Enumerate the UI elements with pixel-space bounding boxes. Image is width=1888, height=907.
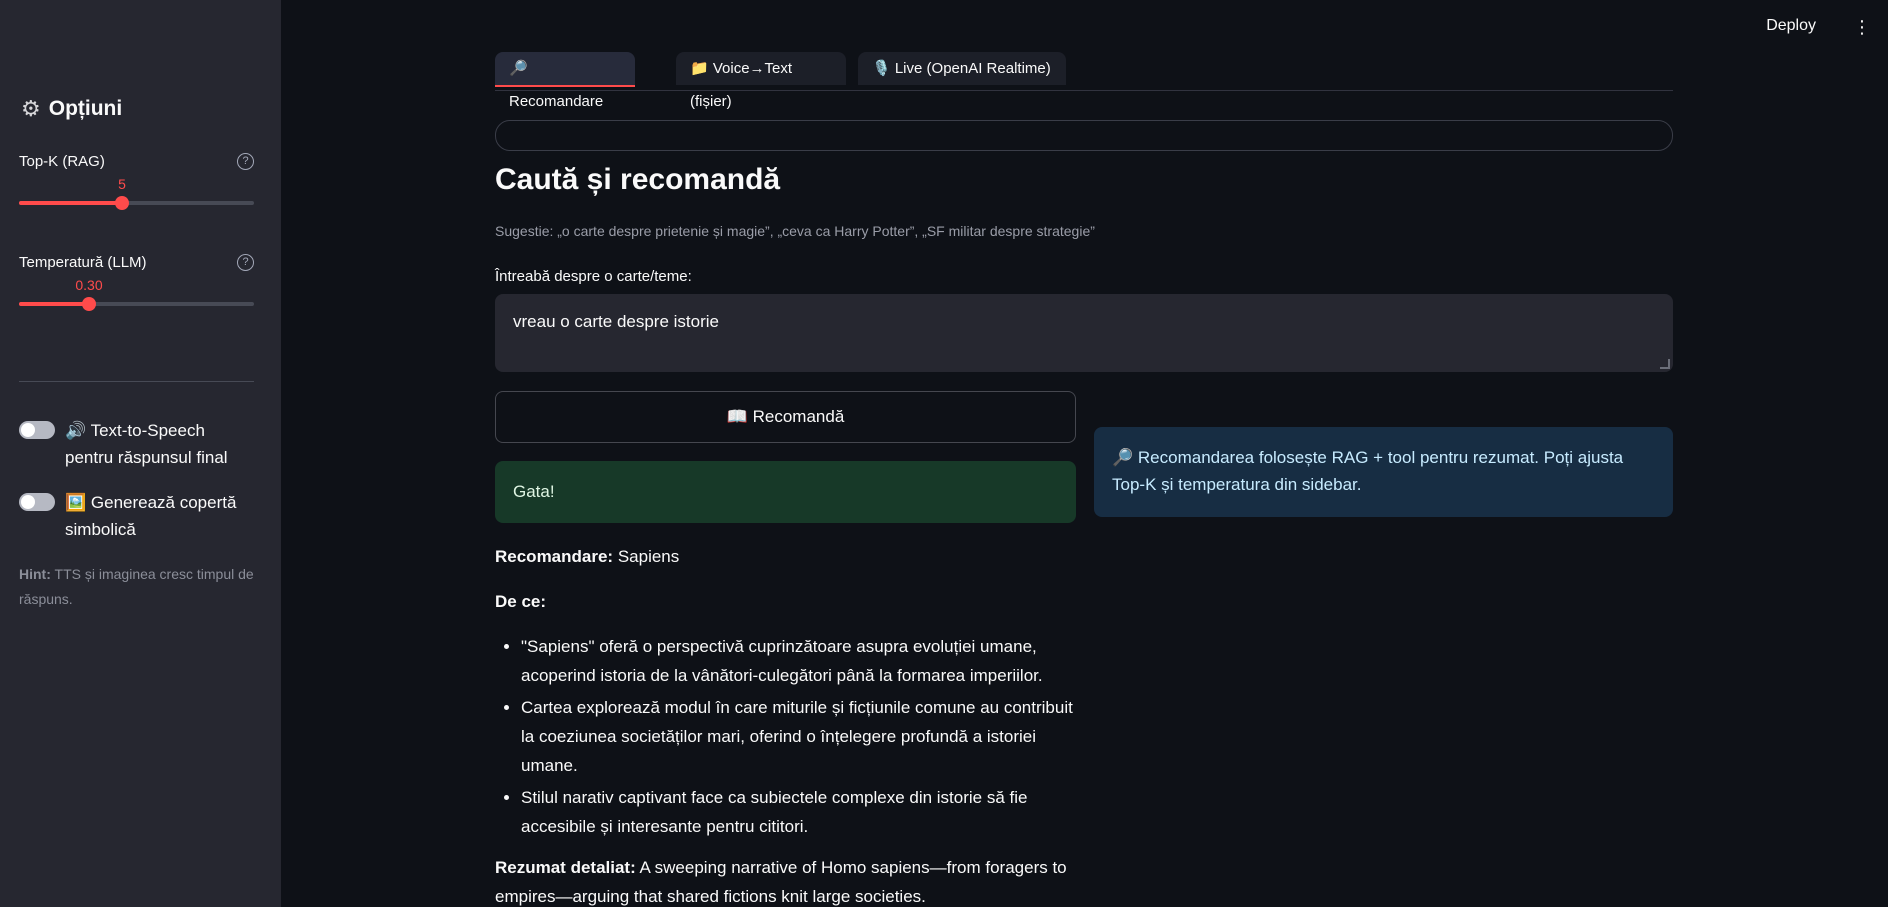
- temperature-slider-thumb[interactable]: [82, 297, 96, 311]
- success-message: Gata!: [513, 482, 555, 501]
- page-title: Caută și recomandă: [495, 163, 781, 196]
- cover-toggle[interactable]: [19, 493, 55, 511]
- question-circle-icon[interactable]: ?: [237, 254, 254, 271]
- summary-label: Rezumat detaliat:: [495, 858, 636, 877]
- tab-recommendation-text[interactable]: 🔎Recomandare (text): [495, 52, 635, 143]
- temperature-label: Temperatură (LLM): [19, 254, 147, 271]
- recommend-button[interactable]: 📖 Recomandă: [495, 391, 1076, 443]
- recommendation-label: Recomandare:: [495, 547, 614, 566]
- temperature-slider[interactable]: [19, 297, 254, 311]
- top-k-slider-fill: [19, 201, 122, 205]
- list-item: Cartea explorează modul în care miturile…: [521, 693, 1085, 780]
- temperature-slider-fill: [19, 302, 89, 306]
- top-k-slider-block: Top-K (RAG) ? 5: [19, 153, 254, 213]
- top-k-value: 5: [118, 176, 126, 192]
- search-bar[interactable]: [495, 120, 1673, 151]
- info-message: 🔎 Recomandarea folosește RAG + tool pent…: [1112, 448, 1624, 494]
- reasons-list: "Sapiens" oferă o perspectivă cuprinzăto…: [495, 632, 1085, 841]
- recommendation-value: Sapiens: [613, 547, 680, 566]
- hint-text: TTS și imaginea cresc timpul de răspuns.: [19, 566, 254, 607]
- cover-toggle-row: 🖼️ Generează copertă simbolică: [19, 489, 259, 543]
- temperature-value: 0.30: [75, 277, 103, 293]
- tts-toggle-row: 🔊 Text-to-Speech pentru răspunsul final: [19, 417, 259, 471]
- sidebar-divider: [19, 381, 254, 382]
- summary-line: Rezumat detaliat: A sweeping narrative o…: [495, 853, 1085, 907]
- sidebar-hint: Hint: TTS și imaginea cresc timpul de ră…: [19, 562, 259, 612]
- question-textarea[interactable]: vreau o carte despre istorie: [495, 294, 1673, 372]
- tts-toggle[interactable]: [19, 421, 55, 439]
- hint-bold: Hint:: [19, 566, 51, 582]
- sidebar: ⚙ Opțiuni Top-K (RAG) ? 5 Temperatură (L…: [0, 0, 281, 907]
- info-alert: 🔎 Recomandarea folosește RAG + tool pent…: [1094, 427, 1673, 517]
- list-item: "Sapiens" oferă o perspectivă cuprinzăto…: [521, 632, 1085, 690]
- tab-bar: 🔎Recomandare (text) 📁 Voice→Text (fișier…: [495, 52, 1673, 143]
- tab-voice-to-text[interactable]: 📁 Voice→Text (fișier): [676, 52, 846, 110]
- top-k-slider[interactable]: [19, 196, 254, 210]
- tab-live-realtime[interactable]: 🎙️ Live (OpenAI Realtime): [858, 52, 1066, 85]
- recommendation-result: Recomandare: Sapiens De ce: "Sapiens" of…: [495, 542, 1085, 907]
- why-label: De ce:: [495, 592, 547, 611]
- kebab-menu-icon[interactable]: ⋮: [1853, 17, 1871, 37]
- question-input-label: Întreabă despre o carte/teme:: [495, 268, 692, 285]
- tts-toggle-label: 🔊 Text-to-Speech pentru răspunsul final: [65, 421, 228, 467]
- top-k-label: Top-K (RAG): [19, 153, 105, 170]
- cover-toggle-label: 🖼️ Generează copertă simbolică: [65, 493, 237, 539]
- suggestion-caption: Sugestie: „o carte despre prietenie și m…: [495, 223, 1095, 239]
- sidebar-title-text: Opțiuni: [48, 97, 123, 120]
- success-alert: Gata!: [495, 461, 1076, 523]
- sidebar-title: ⚙ Opțiuni: [21, 96, 122, 122]
- deploy-button[interactable]: Deploy: [1766, 17, 1816, 35]
- list-item: Stilul narativ captivant face ca subiect…: [521, 783, 1085, 841]
- resize-grip-icon[interactable]: [1660, 359, 1670, 369]
- why-heading: De ce:: [495, 587, 1085, 616]
- temperature-slider-block: Temperatură (LLM) ? 0.30: [19, 254, 254, 314]
- gear-icon: ⚙: [21, 96, 41, 121]
- top-k-slider-thumb[interactable]: [115, 196, 129, 210]
- question-circle-icon[interactable]: ?: [237, 153, 254, 170]
- recommendation-line: Recomandare: Sapiens: [495, 542, 1085, 571]
- question-textarea-value: vreau o carte despre istorie: [513, 312, 719, 331]
- app-root: ⚙ Opțiuni Top-K (RAG) ? 5 Temperatură (L…: [0, 0, 1888, 907]
